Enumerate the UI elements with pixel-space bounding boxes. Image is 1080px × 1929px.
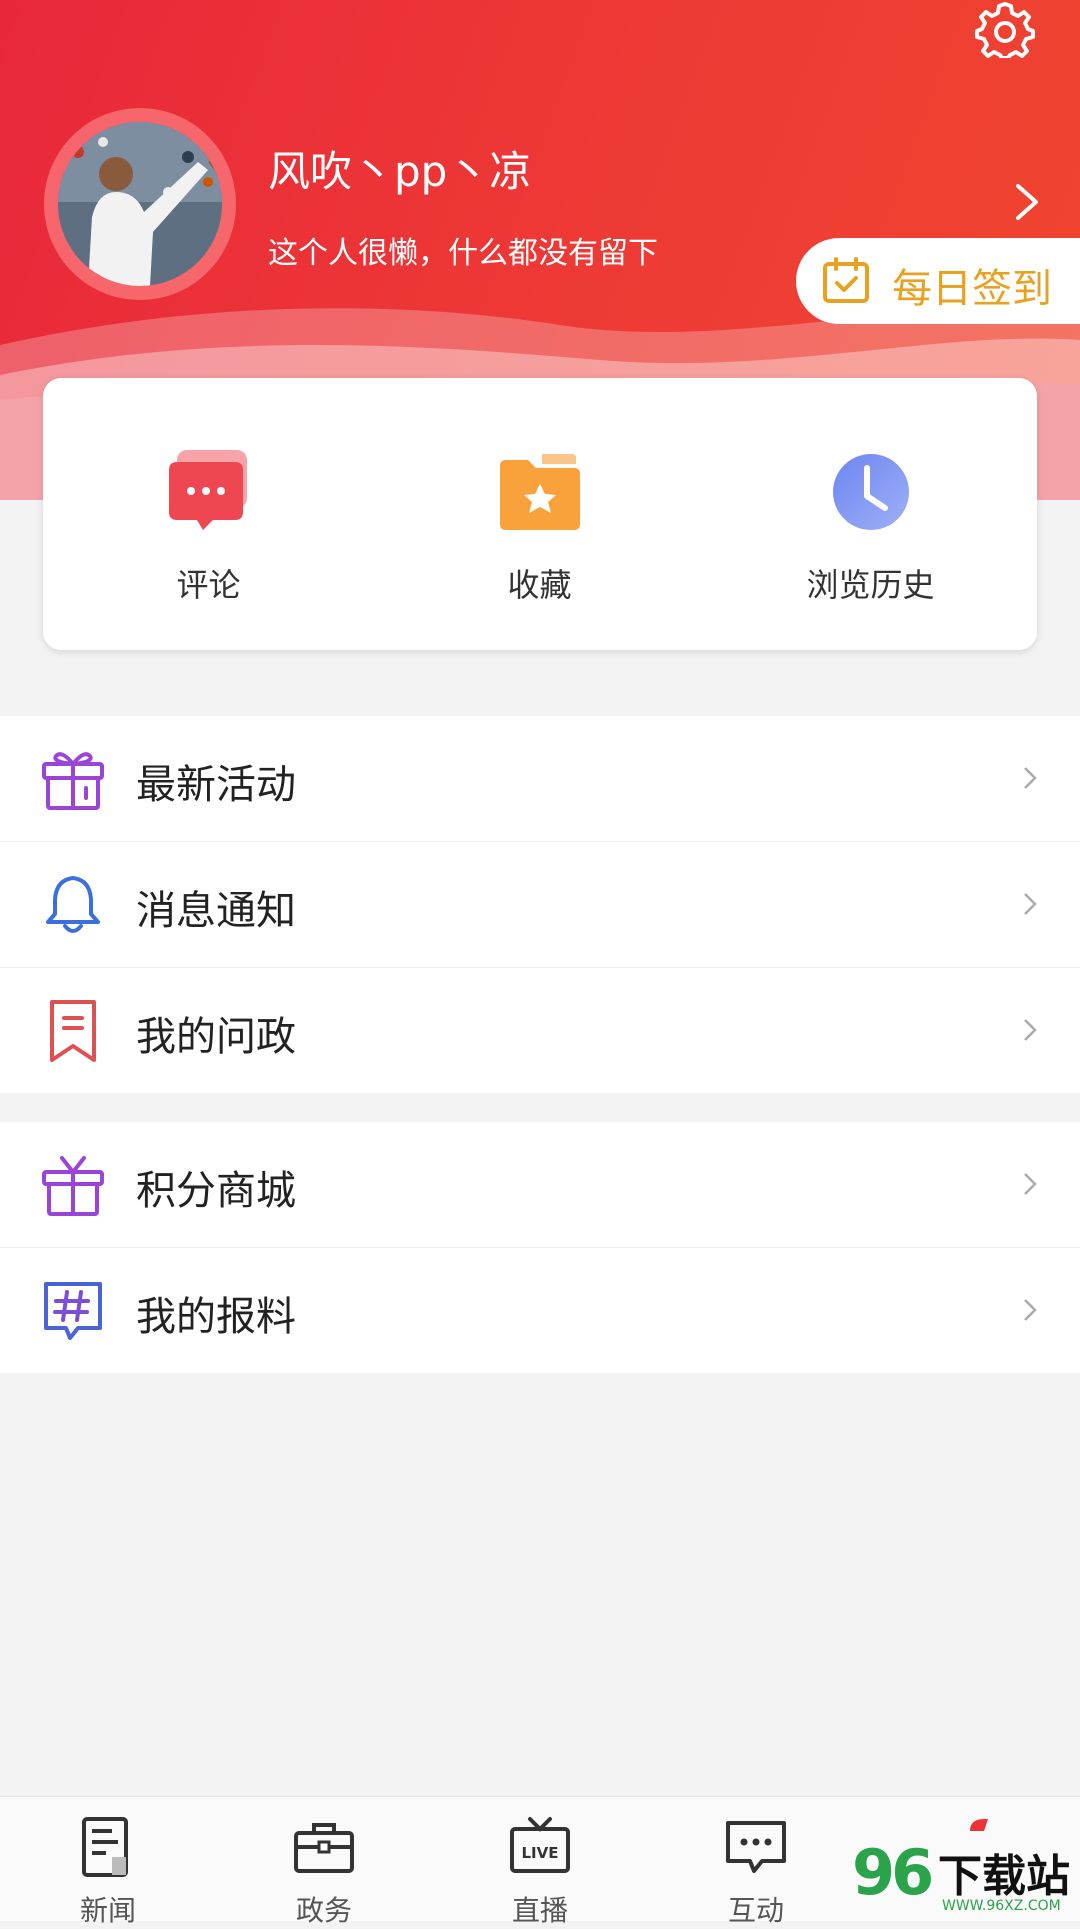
favorite-folder-icon: [500, 454, 580, 530]
menu-item-my-reports[interactable]: 我的报料: [0, 1248, 1080, 1373]
watermark-text: 下载站: [938, 1851, 1070, 1902]
signin-label: 每日签到: [892, 266, 1052, 312]
svg-text:LIVE: LIVE: [522, 1844, 559, 1862]
profile-chevron-right-icon[interactable]: [1012, 182, 1042, 222]
menu-item-label: 最新活动: [136, 762, 296, 808]
menu-item-label: 积分商城: [136, 1168, 296, 1214]
tab-interaction[interactable]: 互动: [648, 1797, 864, 1927]
menu-item-label: 消息通知: [136, 888, 296, 934]
quick-action-label: 浏览历史: [806, 566, 935, 604]
tab-label: 新闻: [79, 1894, 136, 1927]
news-icon: [82, 1817, 128, 1877]
site-watermark: 96 下载站 WWW.96XZ.COM: [852, 1836, 1080, 1920]
chevron-right-icon: [1024, 1173, 1037, 1195]
avatar[interactable]: [58, 122, 222, 286]
gift-box-icon: [42, 752, 104, 810]
chevron-right-icon: [1024, 767, 1037, 789]
menu-item-my-inquiries[interactable]: 我的问政: [0, 968, 1080, 1093]
chevron-right-icon: [1024, 1019, 1037, 1041]
chevron-right-icon: [1024, 1299, 1037, 1321]
watermark-url: WWW.96XZ.COM: [942, 1898, 1061, 1914]
menu-item-points-mall[interactable]: 积分商城: [0, 1122, 1080, 1248]
menu-item-label: 我的报料: [136, 1294, 296, 1340]
briefcase-icon: [294, 1823, 354, 1873]
quick-action-label: 收藏: [507, 566, 572, 604]
quick-action-comment[interactable]: 评论: [43, 378, 374, 650]
live-tv-icon: LIVE: [510, 1817, 570, 1873]
chevron-right-icon: [1024, 893, 1037, 915]
quick-actions-card: 评论 收藏 浏览历史: [43, 378, 1037, 650]
quick-action-favorites[interactable]: 收藏: [374, 378, 705, 650]
menu-group-2: 积分商城 我的报料: [0, 1122, 1080, 1373]
tab-label: 直播: [511, 1894, 568, 1927]
tab-live[interactable]: LIVE 直播: [432, 1797, 648, 1927]
tab-label: 互动: [727, 1894, 784, 1927]
settings-gear-icon[interactable]: [975, 0, 1035, 58]
username: 风吹丶pp丶凉: [268, 147, 532, 196]
menu-item-label: 我的问政: [136, 1014, 296, 1060]
quick-action-history[interactable]: 浏览历史: [705, 378, 1036, 650]
daily-signin-button[interactable]: 每日签到: [796, 238, 1080, 324]
tab-news[interactable]: 新闻: [0, 1797, 216, 1927]
menu-item-notifications[interactable]: 消息通知: [0, 842, 1080, 968]
bell-icon: [46, 876, 100, 933]
quick-action-label: 评论: [176, 566, 241, 604]
history-clock-icon: [833, 454, 909, 530]
menu-item-latest-activities[interactable]: 最新活动: [0, 716, 1080, 842]
gift-icon: [42, 1156, 104, 1216]
chat-icon: [726, 1821, 786, 1873]
hashtag-chat-icon: [44, 1282, 102, 1340]
menu-group-1: 最新活动 消息通知 我的问政: [0, 716, 1080, 1093]
calendar-check-icon: [823, 257, 869, 303]
bookmark-icon: [50, 1000, 96, 1062]
watermark-number: 96: [852, 1836, 934, 1909]
user-bio: 这个人很懒，什么都没有留下: [268, 236, 658, 271]
tab-government[interactable]: 政务: [216, 1797, 432, 1927]
tab-label: 政务: [295, 1894, 352, 1927]
comment-icon: [169, 450, 247, 530]
